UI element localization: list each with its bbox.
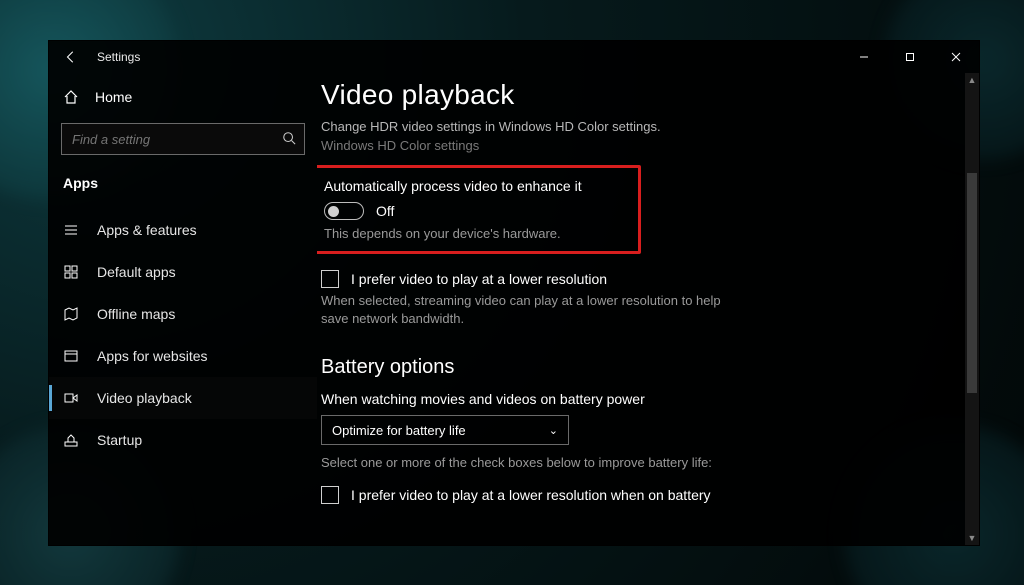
startup-icon: [63, 432, 79, 448]
settings-window: Settings Home Apps Apps & featu: [48, 40, 980, 546]
close-button[interactable]: [933, 41, 979, 73]
nav-label: Startup: [97, 432, 142, 448]
scrollbar-thumb[interactable]: [967, 173, 977, 393]
chevron-down-icon: ⌄: [549, 424, 558, 437]
hdr-description: Change HDR video settings in Windows HD …: [321, 119, 951, 134]
nav-label: Offline maps: [97, 306, 175, 322]
auto-enhance-label: Automatically process video to enhance i…: [324, 178, 624, 194]
auto-enhance-helper: This depends on your device's hardware.: [324, 226, 624, 241]
minimize-icon: [859, 52, 869, 62]
home-nav[interactable]: Home: [49, 77, 317, 117]
page-title: Video playback: [321, 79, 951, 111]
search-box[interactable]: [61, 123, 305, 155]
battery-select-helper: Select one or more of the check boxes be…: [321, 455, 951, 470]
lower-res-battery-label: I prefer video to play at a lower resolu…: [351, 487, 711, 503]
battery-select-value: Optimize for battery life: [332, 423, 466, 438]
nav-default-apps[interactable]: Default apps: [49, 251, 317, 293]
battery-sub-label: When watching movies and videos on batte…: [321, 391, 951, 407]
window-title: Settings: [97, 50, 140, 64]
nav-apps-features[interactable]: Apps & features: [49, 209, 317, 251]
list-icon: [63, 222, 79, 238]
scroll-up-button[interactable]: ▲: [965, 73, 979, 87]
nav-label: Default apps: [97, 264, 176, 280]
nav-list: Apps & features Default apps Offline map…: [49, 209, 317, 461]
nav-video-playback[interactable]: Video playback: [49, 377, 317, 419]
default-apps-icon: [63, 264, 79, 280]
map-icon: [63, 306, 79, 322]
lower-res-label: I prefer video to play at a lower resolu…: [351, 271, 607, 287]
highlight-annotation: Automatically process video to enhance i…: [317, 165, 641, 254]
maximize-icon: [905, 52, 915, 62]
nav-startup[interactable]: Startup: [49, 419, 317, 461]
main-content: Video playback Change HDR video settings…: [317, 73, 979, 545]
nav-label: Apps & features: [97, 222, 197, 238]
lower-res-checkbox[interactable]: [321, 270, 339, 288]
nav-label: Apps for websites: [97, 348, 208, 364]
scrollbar-track[interactable]: ▲ ▼: [965, 73, 979, 545]
scroll-down-button[interactable]: ▼: [965, 531, 979, 545]
auto-enhance-state: Off: [376, 203, 394, 219]
battery-select[interactable]: Optimize for battery life ⌄: [321, 415, 569, 445]
lower-res-battery-checkbox[interactable]: [321, 486, 339, 504]
video-icon: [63, 390, 79, 406]
sidebar: Home Apps Apps & features Default apps: [49, 73, 317, 545]
maximize-button[interactable]: [887, 41, 933, 73]
home-label: Home: [95, 89, 132, 105]
lower-res-helper: When selected, streaming video can play …: [321, 292, 741, 328]
search-icon: [282, 131, 296, 148]
websites-icon: [63, 348, 79, 364]
close-icon: [951, 52, 961, 62]
back-button[interactable]: [49, 41, 93, 73]
arrow-left-icon: [64, 50, 78, 64]
minimize-button[interactable]: [841, 41, 887, 73]
nav-offline-maps[interactable]: Offline maps: [49, 293, 317, 335]
category-label: Apps: [49, 165, 317, 201]
hdr-settings-link[interactable]: Windows HD Color settings: [321, 138, 951, 153]
nav-apps-for-websites[interactable]: Apps for websites: [49, 335, 317, 377]
toggle-knob: [328, 206, 339, 217]
battery-heading: Battery options: [321, 356, 951, 379]
auto-enhance-toggle[interactable]: [324, 202, 364, 220]
search-input[interactable]: [72, 132, 282, 147]
home-icon: [63, 89, 79, 105]
titlebar: Settings: [49, 41, 979, 73]
window-controls: [841, 41, 979, 73]
nav-label: Video playback: [97, 390, 192, 406]
